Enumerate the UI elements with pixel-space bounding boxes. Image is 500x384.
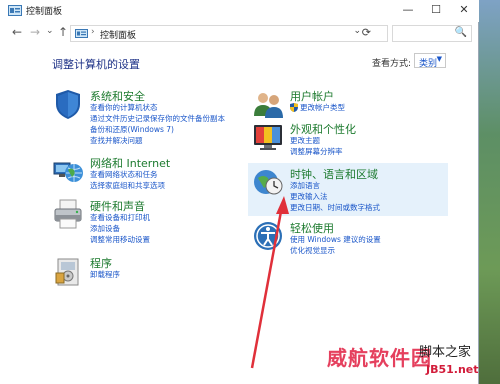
watermark-script-home: 脚本之家 [419,345,472,360]
category-clock-language-region[interactable]: 时钟、语言和区域 添加语言 更改输入法 更改日期、时间或数字格式 [252,166,442,216]
title-bar: 控制面板 — ☐ ✕ [0,0,479,22]
category-link[interactable]: 添加设备 [90,223,120,234]
ease-of-access-icon [254,222,282,250]
category-link[interactable]: 卸载程序 [90,269,120,280]
category-link[interactable]: 查找并解决问题 [90,135,143,146]
category-link[interactable]: 添加语言 [290,180,320,191]
category-link[interactable]: 查看设备和打印机 [90,212,150,223]
category-appearance: 外观和个性化 更改主题 调整屏幕分辨率 [252,121,442,161]
shield-icon [56,90,80,119]
control-panel-icon [8,5,22,16]
breadcrumb-separator: › [91,27,95,37]
category-network-internet: 网络和 Internet 查看网络状态和任务 选择家庭组和共享选项 [52,155,242,193]
category-user-accounts: 用户帐户 更改帐户类型 [252,88,442,118]
navigation-bar: ← → ⌄ ↑ › 控制面板 ⌄ ⟳ 🔍 [0,22,479,46]
control-panel-window: 控制面板 — ☐ ✕ ← → ⌄ ↑ › 控制面板 ⌄ ⟳ 🔍 调整计算机的设置… [0,0,479,384]
control-panel-small-icon [75,29,88,38]
search-icon: 🔍 [454,27,467,38]
watermark-site-name: 威航软件园 [327,346,432,370]
address-dropdown-icon[interactable]: ⌄ [353,26,361,36]
minimize-button[interactable]: — [394,0,422,20]
window-title: 控制面板 [26,7,63,17]
breadcrumb[interactable]: 控制面板 [100,28,136,41]
category-link[interactable]: 查看网络状态和任务 [90,169,158,180]
view-by-value: 类别 [419,59,438,69]
category-ease-of-access: 轻松使用 使用 Windows 建议的设置 优化视觉显示 [252,220,442,260]
uac-shield-icon [290,103,298,112]
category-link[interactable]: 查看你的计算机状态 [90,102,158,113]
chevron-down-icon: ▼ [436,55,442,63]
category-programs: 程序 卸载程序 [52,255,242,287]
watermark-url: JB51.net [426,363,479,376]
category-hardware-sound: 硬件和声音 查看设备和打印机 添加设备 调整常用移动设置 [52,198,242,248]
view-by-label: 查看方式: [372,59,412,69]
category-link[interactable]: 优化视觉显示 [290,245,335,256]
maximize-button[interactable]: ☐ [422,0,450,20]
forward-button[interactable]: → [30,25,40,39]
category-link[interactable]: 更改日期、时间或数字格式 [290,202,380,213]
back-button[interactable]: ← [12,25,22,39]
category-link[interactable]: 调整屏幕分辨率 [290,146,343,157]
category-link[interactable]: 备份和还原(Windows 7) [90,124,174,135]
up-button[interactable]: ↑ [58,25,68,39]
page-heading: 调整计算机的设置 [52,58,140,71]
change-input-method-link[interactable]: 更改输入法 [290,191,328,202]
category-link[interactable]: 更改主题 [290,135,320,146]
search-input[interactable]: 🔍 [392,25,472,42]
refresh-icon[interactable]: ⟳ [362,26,371,39]
category-link[interactable]: 通过文件历史记录保存你的文件备份副本 [90,113,225,124]
clock-globe-icon [254,170,283,195]
view-by-dropdown[interactable]: 类别 ▼ [414,53,446,69]
monitor-icon [254,125,282,150]
category-link[interactable]: 调整常用移动设置 [90,234,150,245]
recent-locations-button[interactable]: ⌄ [46,26,54,36]
printer-icon [54,199,82,229]
close-button[interactable]: ✕ [450,0,478,20]
category-link[interactable]: 选择家庭组和共享选项 [90,180,165,191]
programs-icon [55,258,79,286]
network-globe-icon [53,162,83,182]
address-bar[interactable]: › 控制面板 ⌄ ⟳ [70,25,388,42]
users-icon [254,93,283,118]
category-link[interactable]: 使用 Windows 建议的设置 [290,234,381,245]
category-system-security: 系统和安全 查看你的计算机状态 通过文件历史记录保存你的文件备份副本 备份和还原… [52,88,242,148]
category-link[interactable]: 更改帐户类型 [300,102,345,113]
